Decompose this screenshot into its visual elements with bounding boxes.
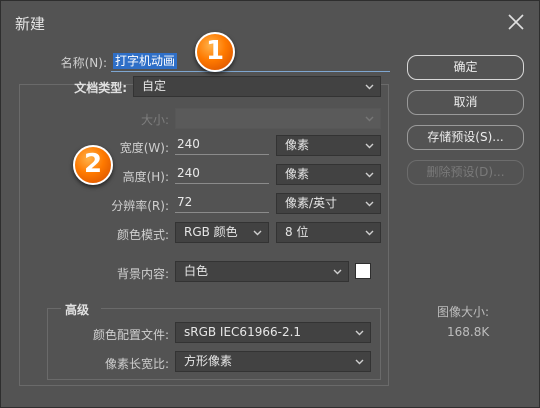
color-mode-label: 颜色模式: bbox=[116, 228, 169, 242]
chevron-down-icon bbox=[355, 359, 364, 365]
pixel-aspect-label: 像素长宽比: bbox=[104, 357, 169, 371]
chevron-down-icon bbox=[355, 330, 364, 336]
height-unit-value: 像素 bbox=[285, 167, 310, 181]
pixel-aspect-value: 方形像素 bbox=[184, 354, 233, 368]
bit-depth-value: 8 位 bbox=[285, 225, 309, 239]
image-size-label: 图像大小: bbox=[437, 305, 490, 319]
chevron-down-icon bbox=[253, 230, 262, 236]
delete-preset-button: 删除预设(D)... bbox=[407, 160, 524, 185]
width-input[interactable]: 240 bbox=[175, 134, 269, 155]
width-unit-value: 像素 bbox=[285, 138, 310, 152]
size-select bbox=[175, 108, 381, 129]
close-icon[interactable] bbox=[507, 13, 525, 31]
name-input-value: 打字机动画 bbox=[113, 53, 178, 69]
chevron-down-icon bbox=[365, 230, 374, 236]
doc-type-select[interactable]: 自定 bbox=[133, 76, 381, 97]
height-input[interactable]: 240 bbox=[175, 163, 269, 184]
image-size-value: 168.8K bbox=[447, 325, 490, 339]
bit-depth-select[interactable]: 8 位 bbox=[276, 222, 381, 243]
size-label: 大小: bbox=[140, 113, 169, 127]
pixel-aspect-select[interactable]: 方形像素 bbox=[175, 351, 371, 372]
chevron-down-icon bbox=[365, 84, 374, 90]
save-preset-button[interactable]: 存储预设(S)... bbox=[407, 125, 524, 150]
resolution-unit-value: 像素/英寸 bbox=[285, 196, 338, 210]
annotation-badge-2: 2 bbox=[73, 145, 113, 185]
background-select[interactable]: 白色 bbox=[175, 261, 349, 282]
dialog-title: 新建 bbox=[15, 15, 46, 33]
height-unit-select[interactable]: 像素 bbox=[276, 164, 381, 185]
color-mode-select[interactable]: RGB 颜色 bbox=[175, 222, 269, 243]
color-mode-value: RGB 颜色 bbox=[184, 225, 238, 239]
chevron-down-icon bbox=[365, 201, 374, 207]
advanced-title: 高级 bbox=[61, 301, 101, 318]
cancel-button[interactable]: 取消 bbox=[407, 90, 524, 115]
chevron-down-icon bbox=[365, 172, 374, 178]
chevron-down-icon bbox=[365, 116, 374, 122]
doc-type-value: 自定 bbox=[142, 79, 167, 93]
color-profile-select[interactable]: sRGB IEC61966-2.1 bbox=[175, 322, 371, 343]
dialog-titlebar: 新建 bbox=[1, 1, 539, 45]
color-profile-label: 颜色配置文件: bbox=[92, 328, 169, 342]
annotation-badge-1: 1 bbox=[195, 32, 235, 72]
chevron-down-icon bbox=[365, 143, 374, 149]
chevron-down-icon bbox=[333, 269, 342, 275]
resolution-label: 分辨率(R): bbox=[111, 199, 169, 213]
resolution-input[interactable]: 72 bbox=[175, 192, 269, 213]
background-label: 背景内容: bbox=[116, 267, 169, 281]
new-document-dialog: 新建 名称(N): 打字机动画 文档类型: 自定 大小: 宽度(W): 240 … bbox=[0, 0, 540, 408]
doc-type-label: 文档类型: bbox=[74, 81, 127, 95]
color-profile-value: sRGB IEC61966-2.1 bbox=[184, 325, 302, 339]
background-value: 白色 bbox=[184, 264, 209, 278]
ok-button[interactable]: 确定 bbox=[407, 55, 524, 80]
width-unit-select[interactable]: 像素 bbox=[276, 135, 381, 156]
name-input[interactable]: 打字机动画 bbox=[111, 52, 390, 72]
name-label: 名称(N): bbox=[60, 56, 107, 70]
background-color-swatch[interactable] bbox=[355, 263, 371, 279]
resolution-unit-select[interactable]: 像素/英寸 bbox=[276, 193, 381, 214]
